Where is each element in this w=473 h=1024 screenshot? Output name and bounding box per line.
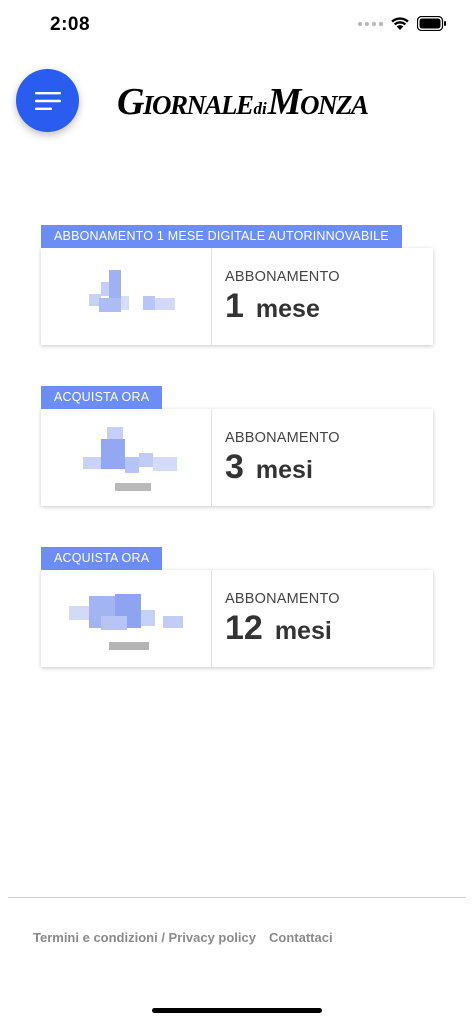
plan-duration-unit: mesi — [274, 616, 332, 645]
plan-duration-number: 3 — [225, 447, 244, 486]
subscription-plan-3-months: ACQUISTA ORA ABBONAMENTO 3 mesi — [41, 386, 433, 506]
status-time: 2:08 — [50, 14, 91, 35]
battery-icon — [417, 16, 446, 31]
menu-button[interactable] — [16, 69, 79, 132]
footer-divider — [8, 897, 466, 898]
footer-links: Termini e condizioni / Privacy policy Co… — [33, 930, 333, 945]
cellular-signal-icon — [358, 21, 383, 26]
plan-image — [41, 409, 212, 506]
plan-label: ABBONAMENTO — [225, 429, 340, 446]
plan-duration-unit: mese — [255, 294, 320, 323]
plan-info: ABBONAMENTO 12 mesi — [212, 570, 433, 667]
giornale-di-monza-logo: G IORNALE di M ONZA — [117, 81, 369, 123]
plan-badge: ABBONAMENTO 1 MESE DIGITALE AUTORINNOVAB… — [41, 225, 402, 248]
status-bar: 2:08 — [0, 0, 473, 54]
subscription-plan-12-months: ACQUISTA ORA ABBONAMENTO 12 mesi — [41, 547, 433, 667]
plan-image — [41, 570, 212, 667]
plan-duration-number: 1 — [225, 286, 244, 325]
contact-link[interactable]: Contattaci — [269, 930, 333, 945]
plan-info: ABBONAMENTO 3 mesi — [212, 409, 433, 506]
subscription-plan-1-month: ABBONAMENTO 1 MESE DIGITALE AUTORINNOVAB… — [41, 225, 433, 345]
plan-duration: 12 mesi — [225, 609, 433, 647]
plan-card[interactable]: ABBONAMENTO 12 mesi — [41, 570, 433, 667]
hamburger-menu-icon — [34, 91, 61, 110]
plan-badge: ACQUISTA ORA — [41, 547, 163, 570]
plan-label: ABBONAMENTO — [225, 590, 340, 607]
plan-label: ABBONAMENTO — [225, 268, 340, 285]
plan-info: ABBONAMENTO 1 mese — [212, 248, 433, 345]
plan-badge: ACQUISTA ORA — [41, 386, 163, 409]
status-icons — [358, 16, 447, 31]
wifi-icon — [391, 17, 409, 30]
terms-privacy-link[interactable]: Termini e condizioni / Privacy policy — [33, 930, 256, 945]
app-screen: 2:08 G IORNALE di M ONZA ABBONAMENTO 1 M… — [0, 0, 473, 1024]
home-indicator[interactable] — [152, 1008, 322, 1013]
plan-card[interactable]: ABBONAMENTO 1 mese — [41, 248, 433, 345]
plan-duration: 3 mesi — [225, 448, 433, 486]
plan-card[interactable]: ABBONAMENTO 3 mesi — [41, 409, 433, 506]
plan-duration: 1 mese — [225, 287, 433, 325]
plan-image — [41, 248, 212, 345]
plan-duration-unit: mesi — [255, 455, 313, 484]
plan-duration-number: 12 — [225, 608, 263, 647]
